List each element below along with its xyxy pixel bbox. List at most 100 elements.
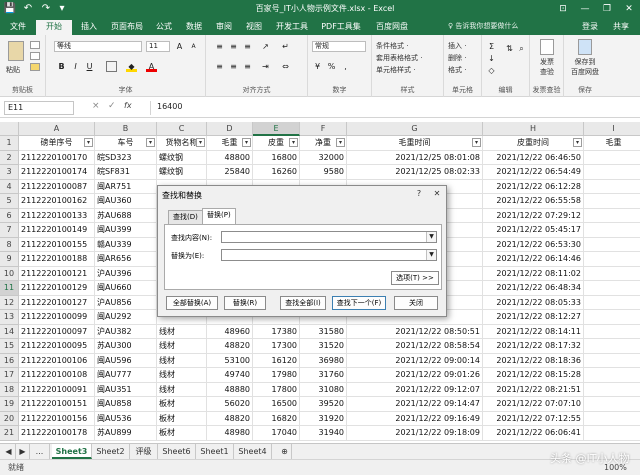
replace-all-button[interactable]: 全部替换(A) [166,296,218,310]
table-cell[interactable]: 48820 [207,339,253,354]
scroll-right-icon[interactable]: ▶ [16,444,30,459]
header-cell[interactable]: 毛重 ▾ [207,136,253,151]
header-cell[interactable]: 货物名称 ▾ [157,136,207,151]
table-cell[interactable]: 2112220100151 [19,397,95,412]
table-cell[interactable]: 2021/12/25 08:01:08 [347,150,483,165]
table-cell[interactable]: 2021/12/22 08:05:33 [483,295,584,310]
ribbon-display-icon[interactable]: ⊡ [552,0,574,18]
table-cell[interactable]: 2021/12/22 09:16:49 [347,411,483,426]
table-cell[interactable]: 2112220100099 [19,310,95,325]
add-sheet-icon[interactable]: ⊕ [278,444,292,459]
table-cell[interactable]: 2021/12/22 09:12:07 [347,382,483,397]
column-header-a[interactable]: A [19,122,95,136]
table-cell[interactable]: 25840 [207,165,253,180]
table-cell[interactable]: 沪AU856 [95,295,157,310]
table-cell[interactable]: 2021/12/22 08:21:51 [483,382,584,397]
table-cell[interactable]: 2021/12/22 08:18:36 [483,353,584,368]
table-cell[interactable]: 31920 [300,411,347,426]
table-cell[interactable]: 线材 [157,339,207,354]
tab-insert[interactable]: 插入 [74,18,104,35]
row-header[interactable]: 2 [0,150,19,165]
tab-review[interactable]: 审阅 [210,18,238,35]
copy-icon[interactable] [30,52,40,60]
table-cell[interactable]: 31760 [300,368,347,383]
cut-icon[interactable] [30,41,40,49]
sheet-tab[interactable]: Sheet1 [196,444,234,459]
table-cell[interactable]: 2021/12/22 06:54:49 [483,165,584,180]
filter-dropdown-icon[interactable]: ▾ [242,138,251,147]
tab-home[interactable]: 开始 [36,20,72,35]
align-left-icon[interactable]: ≡ [214,61,225,72]
table-cell[interactable]: 闽AR656 [95,252,157,267]
table-cell[interactable]: 板材 [157,397,207,412]
comma-icon[interactable]: , [340,61,351,72]
row-header[interactable]: 21 [0,426,19,441]
table-cell[interactable] [584,252,640,267]
formula-input[interactable]: 16400 [150,101,636,115]
table-cell[interactable]: 2112220100095 [19,339,95,354]
table-cell[interactable] [584,194,640,209]
fill-color-icon[interactable]: ◆ [126,61,137,72]
tab-replace[interactable]: 替换(P) [202,208,236,225]
table-cell[interactable]: 2112220100106 [19,353,95,368]
row-header[interactable]: 20 [0,411,19,426]
header-cell[interactable]: 皮重时间 ▾ [483,136,584,151]
find-next-button[interactable]: 查找下一个(F) [332,296,386,310]
merge-center-icon[interactable]: ⇔ [280,61,291,72]
table-cell[interactable]: 2112220100188 [19,252,95,267]
filter-dropdown-icon[interactable]: ▾ [146,138,155,147]
table-cell[interactable] [584,383,640,397]
table-cell[interactable]: 32000 [300,150,347,165]
table-cell[interactable]: 赣AU339 [95,237,157,252]
header-cell[interactable]: 毛重 [584,136,640,151]
table-cell[interactable]: 闽AU596 [95,353,157,368]
format-painter-icon[interactable] [30,63,40,71]
table-cell[interactable] [584,223,640,238]
minimize-button[interactable]: — [574,0,596,18]
row-header[interactable]: 13 [0,310,19,325]
tab-pdf-tools[interactable]: PDF工具集 [316,18,366,35]
row-header[interactable]: 1 [0,136,19,151]
table-cell[interactable]: 闽AU399 [95,223,157,238]
column-header-c[interactable]: C [157,122,207,136]
cell-styles-button[interactable]: 单元格样式 · [376,65,415,75]
table-cell[interactable]: 2021/12/22 06:53:30 [483,237,584,252]
table-cell[interactable]: 31080 [300,382,347,397]
sheet-tab[interactable]: Sheet6 [158,444,196,459]
table-cell[interactable]: 2112220100127 [19,295,95,310]
table-cell[interactable]: 17300 [253,339,300,354]
row-header[interactable]: 12 [0,295,19,310]
grow-font-icon[interactable]: A [174,41,185,52]
font-name-combo[interactable]: 等线 [54,41,142,52]
sheet-tab[interactable]: Sheet2 [92,444,130,459]
align-middle-icon[interactable]: ≡ [228,41,239,52]
table-cell[interactable]: 2112220100133 [19,208,95,223]
table-cell[interactable]: 16820 [253,411,300,426]
tab-developer[interactable]: 开发工具 [272,18,312,35]
invoice-check-button[interactable]: 发票 查验 [535,57,559,77]
header-cell[interactable]: 磅单序号 ▾ [19,136,95,151]
table-cell[interactable]: 闽AU351 [95,382,157,397]
row-header[interactable]: 14 [0,324,19,339]
dialog-close-button[interactable]: 关闭 [394,296,438,310]
table-cell[interactable]: 2112220100174 [19,165,95,180]
table-cell[interactable]: 2112220100155 [19,237,95,252]
table-cell[interactable]: 17380 [253,324,300,339]
sheet-tab[interactable]: Sheet3 [52,444,92,459]
options-button[interactable]: 选项(T) >> [391,271,439,285]
table-cell[interactable]: 闽AU858 [95,397,157,412]
table-cell[interactable]: 2112220100121 [19,266,95,281]
close-button[interactable]: ✕ [618,0,640,18]
table-cell[interactable]: 皖SD323 [95,150,157,165]
tab-formulas[interactable]: 公式 [150,18,178,35]
column-header-d[interactable]: D [207,122,253,136]
number-format-combo[interactable]: 常规 [312,41,366,52]
row-header[interactable]: 15 [0,339,19,354]
format-cells-button[interactable]: 格式 · [448,65,466,75]
header-cell[interactable]: 净重 ▾ [300,136,347,151]
table-cell[interactable]: 2112220100087 [19,179,95,194]
table-cell[interactable]: 16800 [253,150,300,165]
table-cell[interactable]: 48800 [207,150,253,165]
paste-button[interactable]: 粘贴 [6,65,20,75]
table-cell[interactable]: 49740 [207,368,253,383]
